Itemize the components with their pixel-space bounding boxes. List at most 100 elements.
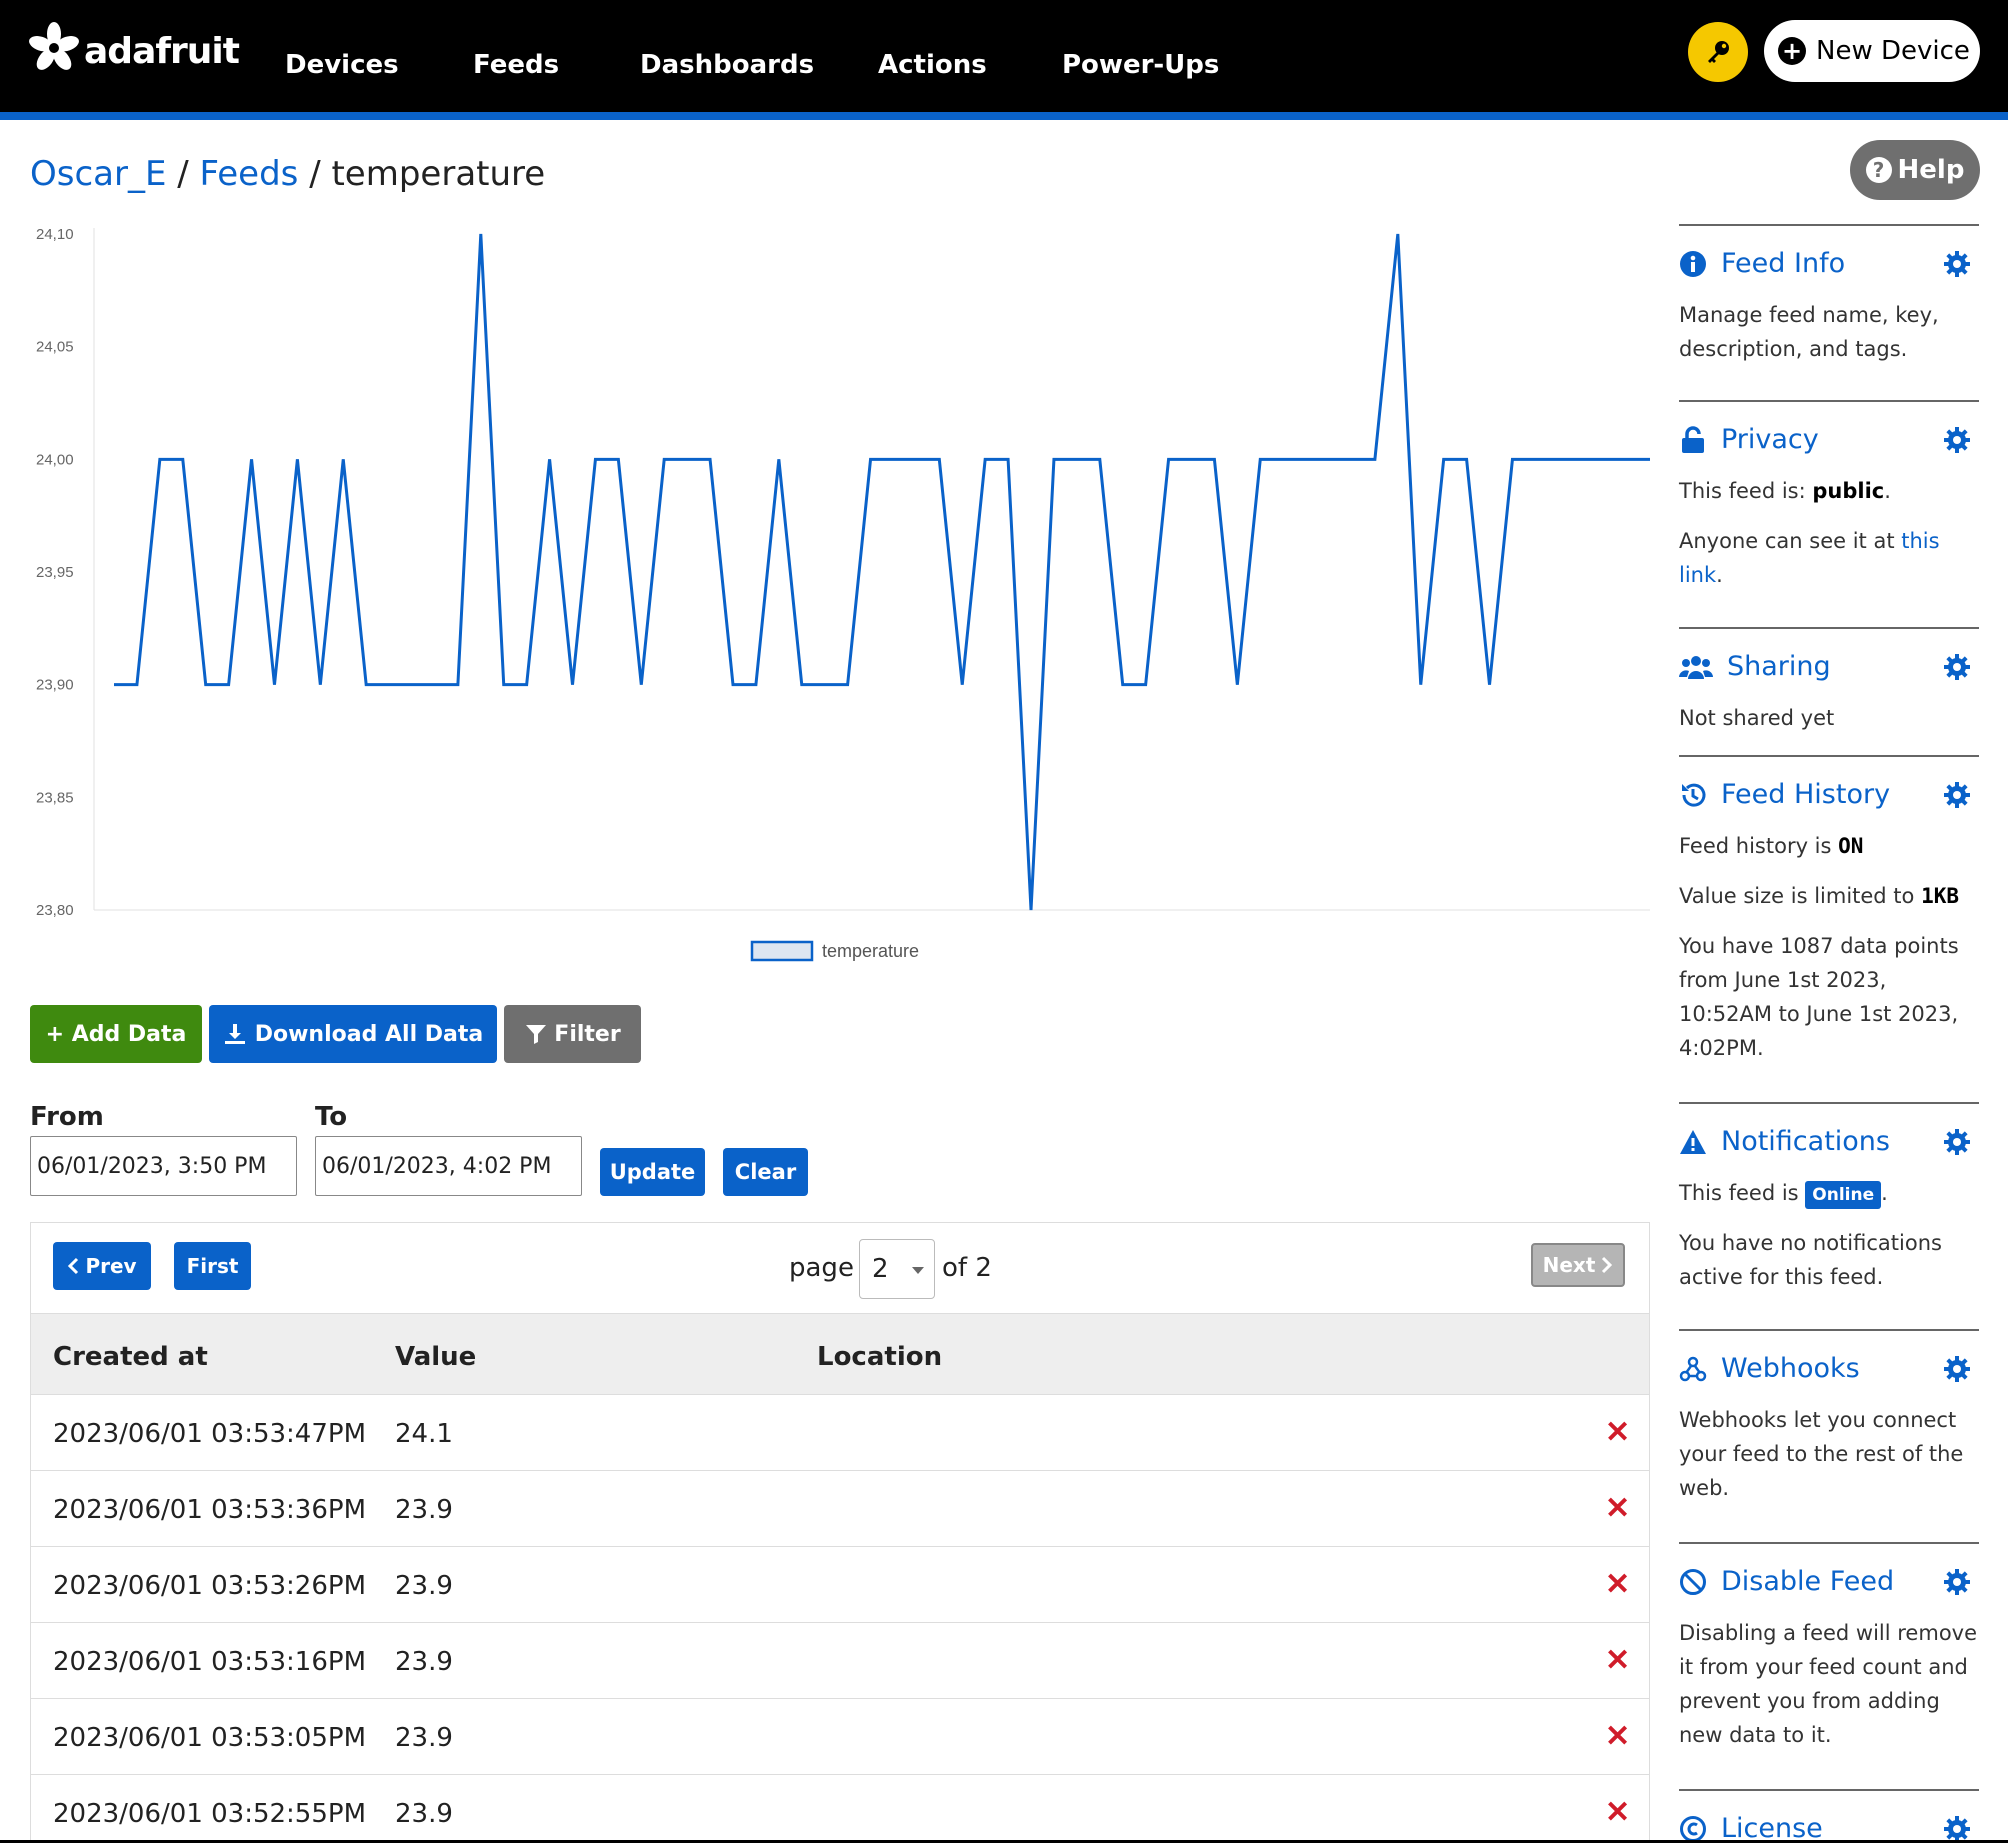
update-button[interactable]: Update	[600, 1148, 705, 1196]
delete-icon[interactable]: ✕	[1605, 1719, 1630, 1754]
cell-created: 2023/06/01 03:53:26PM	[53, 1571, 367, 1601]
gear-icon[interactable]	[1943, 1128, 1971, 1156]
unlock-icon	[1679, 425, 1707, 454]
table-row: 2023/06/01 03:53:36PM 23.9 ✕	[31, 1471, 1649, 1547]
question-icon: ?	[1865, 157, 1892, 183]
gear-icon[interactable]	[1943, 426, 1971, 454]
prev-page-button[interactable]: Prev	[53, 1242, 151, 1290]
webhooks-section: Webhooks Webhooks let you connect your f…	[1679, 1329, 1979, 1541]
nav-devices[interactable]: Devices	[285, 50, 399, 80]
privacy-title[interactable]: Privacy	[1679, 424, 1819, 455]
privacy-status: public	[1812, 479, 1885, 503]
notifications-section: Notifications This feed is Online. You h…	[1679, 1102, 1979, 1328]
first-page-button[interactable]: First	[174, 1242, 251, 1290]
nav-feeds[interactable]: Feeds	[473, 50, 559, 80]
download-label: Download All Data	[254, 1021, 484, 1047]
table-row: 2023/06/01 03:52:55PM 23.9 ✕	[31, 1775, 1649, 1843]
table-row: 2023/06/01 03:53:05PM 23.9 ✕	[31, 1699, 1649, 1775]
to-date-input[interactable]: 06/01/2023, 4:02 PM	[315, 1136, 582, 1196]
adafruit-flower-icon	[29, 22, 79, 70]
from-label: From	[30, 1102, 104, 1132]
download-all-data-button[interactable]: Download All Data	[209, 1005, 497, 1063]
page-select[interactable]: 2	[859, 1239, 935, 1299]
brand-name: adafruit	[84, 31, 240, 72]
table-row: 2023/06/01 03:53:47PM 24.1 ✕	[31, 1395, 1649, 1471]
sharing-text: Not shared yet	[1679, 706, 1835, 730]
col-created-at[interactable]: Created at	[53, 1342, 208, 1372]
page-total: of 2	[942, 1253, 992, 1283]
plus-circle-icon: +	[1778, 37, 1806, 65]
gear-icon[interactable]	[1943, 1355, 1971, 1383]
history-icon	[1679, 781, 1707, 809]
delete-icon[interactable]: ✕	[1605, 1795, 1630, 1830]
filter-icon	[526, 1025, 547, 1044]
delete-icon[interactable]: ✕	[1605, 1415, 1630, 1450]
breadcrumb-user[interactable]: Oscar_E	[30, 154, 166, 194]
adafruit-logo[interactable]: adafruit	[28, 20, 240, 72]
cell-value: 23.9	[395, 1647, 453, 1677]
delete-icon[interactable]: ✕	[1605, 1567, 1630, 1602]
nav-actions[interactable]: Actions	[878, 50, 987, 80]
api-key-button[interactable]	[1688, 22, 1748, 82]
nav-dashboards[interactable]: Dashboards	[640, 50, 814, 80]
filter-button[interactable]: Filter	[504, 1005, 641, 1063]
col-location[interactable]: Location	[817, 1342, 942, 1372]
cell-value: 24.1	[395, 1419, 453, 1449]
feed-info-title[interactable]: Feed Info	[1679, 248, 1845, 279]
notifications-text: You have no notifications active for thi…	[1679, 1231, 1942, 1289]
gear-icon[interactable]	[1943, 653, 1971, 681]
info-icon	[1679, 250, 1707, 278]
history-status-text: Feed history is ON	[1679, 834, 1864, 858]
cell-created: 2023/06/01 03:53:05PM	[53, 1723, 367, 1753]
cell-value: 23.9	[395, 1723, 453, 1753]
cell-created: 2023/06/01 03:53:47PM	[53, 1419, 367, 1449]
sharing-title[interactable]: Sharing	[1679, 651, 1831, 682]
notifications-title[interactable]: Notifications	[1679, 1126, 1890, 1157]
online-badge: Online	[1805, 1181, 1882, 1209]
clear-button[interactable]: Clear	[723, 1148, 808, 1196]
table-row: 2023/06/01 03:53:26PM 23.9 ✕	[31, 1547, 1649, 1623]
webhook-icon	[1679, 1355, 1707, 1383]
cell-created: 2023/06/01 03:53:36PM	[53, 1495, 367, 1525]
disable-feed-title[interactable]: Disable Feed	[1679, 1566, 1894, 1597]
next-page-button[interactable]: Next	[1531, 1243, 1625, 1287]
feed-info-text: Manage feed name, key, description, and …	[1679, 303, 1939, 361]
cell-created: 2023/06/01 03:53:16PM	[53, 1647, 367, 1677]
warning-icon	[1679, 1128, 1707, 1156]
delete-icon[interactable]: ✕	[1605, 1491, 1630, 1526]
add-data-button[interactable]: + Add Data	[30, 1005, 202, 1063]
webhooks-title[interactable]: Webhooks	[1679, 1353, 1860, 1384]
gear-icon[interactable]	[1943, 250, 1971, 278]
nav-accent-bar	[0, 112, 2008, 120]
sharing-section: Sharing Not shared yet	[1679, 627, 1979, 754]
cell-value: 23.9	[395, 1495, 453, 1525]
col-value[interactable]: Value	[395, 1342, 476, 1372]
feed-history-title[interactable]: Feed History	[1679, 779, 1890, 810]
y-tick-label: 24,05	[36, 339, 74, 356]
webhooks-text: Webhooks let you connect your feed to th…	[1679, 1408, 1964, 1500]
data-table: Prev First page 2 of 2 Next Created at V…	[30, 1222, 1650, 1843]
delete-icon[interactable]: ✕	[1605, 1643, 1630, 1678]
privacy-status-text: This feed is: public.	[1679, 479, 1891, 503]
breadcrumb-feeds[interactable]: Feeds	[200, 154, 299, 194]
download-icon	[224, 1024, 245, 1044]
y-tick-label: 23,90	[36, 677, 74, 694]
help-button[interactable]: ? Help	[1850, 140, 1980, 200]
data-points-text: You have 1087 data points from June 1st …	[1679, 934, 1959, 1060]
y-tick-label: 24,00	[36, 451, 74, 468]
license-title[interactable]: License	[1679, 1813, 1823, 1843]
disable-feed-section: Disable Feed Disabling a feed will remov…	[1679, 1542, 1979, 1788]
gear-icon[interactable]	[1943, 1815, 1971, 1843]
table-header: Created at Value Location	[31, 1313, 1649, 1395]
users-icon	[1679, 653, 1713, 681]
gear-icon[interactable]	[1943, 1568, 1971, 1596]
nav-power-ups[interactable]: Power-Ups	[1062, 50, 1219, 80]
privacy-section: Privacy This feed is: public. Anyone can…	[1679, 400, 1979, 626]
top-nav: adafruit Devices Feeds Dashboards Action…	[0, 0, 2008, 120]
feed-online-text: This feed is Online.	[1679, 1176, 1979, 1210]
breadcrumb-feed-name: temperature	[331, 154, 546, 194]
from-date-input[interactable]: 06/01/2023, 3:50 PM	[30, 1136, 297, 1196]
y-tick-label: 23,85	[36, 789, 74, 806]
new-device-button[interactable]: + New Device	[1764, 20, 1980, 82]
gear-icon[interactable]	[1943, 781, 1971, 809]
